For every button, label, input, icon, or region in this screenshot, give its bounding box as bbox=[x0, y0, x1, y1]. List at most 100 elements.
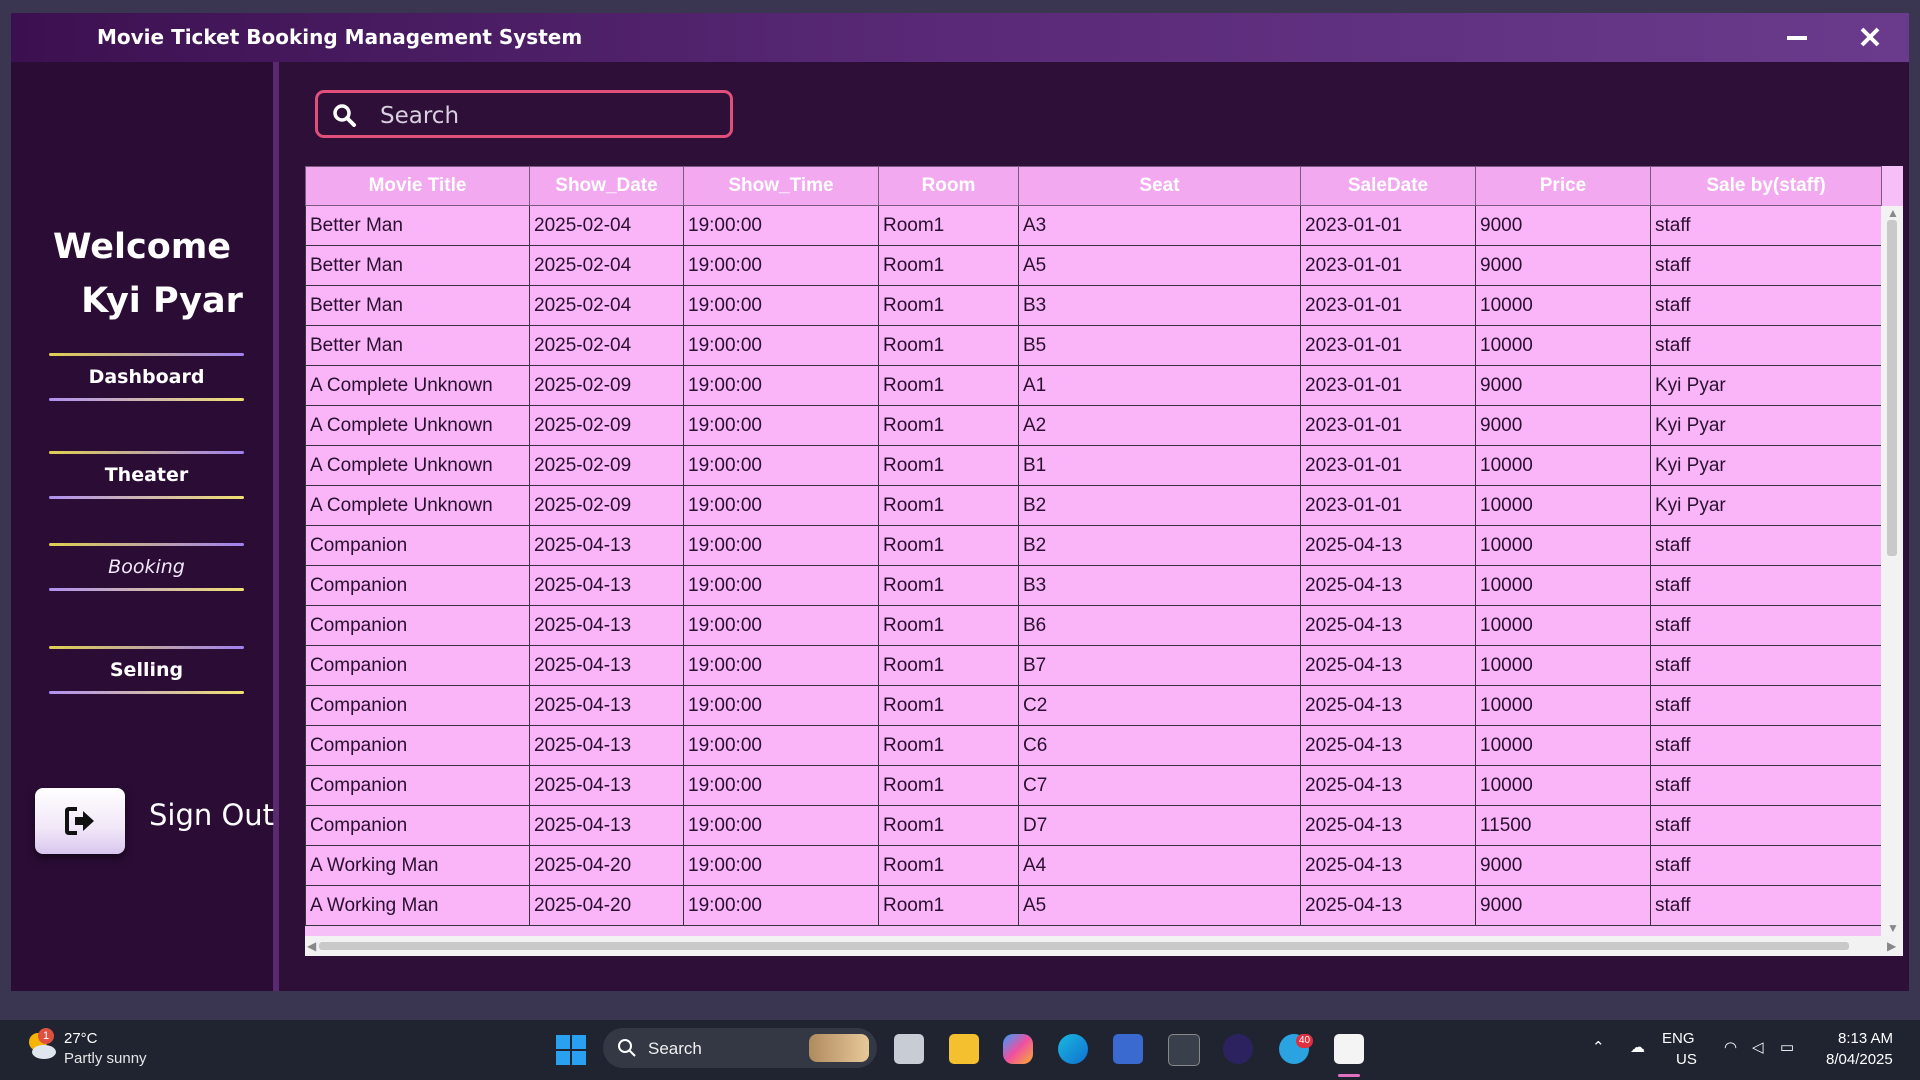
sign-out-label[interactable]: Sign Out bbox=[149, 798, 274, 832]
table-cell[interactable]: 2025-04-13 bbox=[529, 525, 684, 566]
table-cell[interactable]: 2025-04-13 bbox=[1300, 805, 1476, 846]
nav-theater-button[interactable]: Theater bbox=[49, 451, 244, 499]
table-cell[interactable]: staff bbox=[1650, 285, 1882, 326]
column-header[interactable]: Room bbox=[878, 166, 1019, 206]
table-cell[interactable]: 19:00:00 bbox=[683, 525, 879, 566]
table-cell[interactable]: 2025-04-13 bbox=[1300, 725, 1476, 766]
table-cell[interactable]: 9000 bbox=[1475, 405, 1651, 446]
table-cell[interactable]: 19:00:00 bbox=[683, 885, 879, 926]
table-row[interactable]: Companion 2025-04-13 19:00:00 Room1 B6 2025-0… bbox=[305, 605, 1882, 646]
horizontal-scrollbar[interactable]: ◀ ▶ bbox=[305, 936, 1903, 956]
table-row[interactable]: Companion 2025-04-13 19:00:00 Room1 B3 2025-0… bbox=[305, 565, 1882, 606]
table-cell[interactable]: 2025-04-13 bbox=[529, 605, 684, 646]
column-header[interactable]: Show_Date bbox=[529, 166, 684, 206]
taskbar-search[interactable]: Search bbox=[603, 1028, 877, 1068]
table-cell[interactable]: 9000 bbox=[1475, 365, 1651, 406]
table-cell[interactable]: C7 bbox=[1018, 765, 1301, 806]
table-cell[interactable]: Better Man bbox=[305, 205, 530, 246]
weather-desc[interactable]: Partly sunny bbox=[64, 1050, 147, 1067]
table-cell[interactable]: Room1 bbox=[878, 205, 1019, 246]
language-label[interactable]: ENG bbox=[1662, 1030, 1695, 1047]
table-cell[interactable]: staff bbox=[1650, 765, 1882, 806]
table-cell[interactable]: Companion bbox=[305, 605, 530, 646]
table-cell[interactable]: Room1 bbox=[878, 685, 1019, 726]
minimize-button[interactable] bbox=[1774, 19, 1820, 55]
windows-start-icon[interactable] bbox=[556, 1035, 586, 1065]
table-cell[interactable]: 19:00:00 bbox=[683, 725, 879, 766]
table-cell[interactable]: 2025-02-04 bbox=[529, 205, 684, 246]
table-cell[interactable]: 10000 bbox=[1475, 325, 1651, 366]
table-cell[interactable]: 2025-02-04 bbox=[529, 325, 684, 366]
table-cell[interactable]: 10000 bbox=[1475, 605, 1651, 646]
table-cell[interactable]: 2025-04-13 bbox=[529, 565, 684, 606]
table-row[interactable]: Companion 2025-04-13 19:00:00 Room1 C2 2025-0… bbox=[305, 685, 1882, 726]
vertical-scrollbar[interactable]: ▲ ▼ bbox=[1881, 206, 1903, 936]
table-cell[interactable]: 2025-02-09 bbox=[529, 485, 684, 526]
table-cell[interactable]: 2025-04-13 bbox=[529, 765, 684, 806]
table-cell[interactable]: 2025-02-09 bbox=[529, 405, 684, 446]
microsoft-store-icon[interactable] bbox=[1113, 1034, 1143, 1064]
table-cell[interactable]: 2023-01-01 bbox=[1300, 485, 1476, 526]
table-cell[interactable]: Room1 bbox=[878, 765, 1019, 806]
table-cell[interactable]: 2023-01-01 bbox=[1300, 325, 1476, 366]
table-cell[interactable]: A Working Man bbox=[305, 885, 530, 926]
table-cell[interactable]: 10000 bbox=[1475, 445, 1651, 486]
copilot-icon[interactable] bbox=[1003, 1034, 1033, 1064]
column-header[interactable]: Sale by(staff) bbox=[1650, 166, 1882, 206]
nav-selling-button[interactable]: Selling bbox=[49, 646, 244, 694]
table-cell[interactable]: 2023-01-01 bbox=[1300, 405, 1476, 446]
table-cell[interactable]: C2 bbox=[1018, 685, 1301, 726]
table-cell[interactable]: staff bbox=[1650, 685, 1882, 726]
table-cell[interactable]: 2023-01-01 bbox=[1300, 205, 1476, 246]
table-cell[interactable]: A Complete Unknown bbox=[305, 445, 530, 486]
table-cell[interactable]: 19:00:00 bbox=[683, 645, 879, 686]
table-row[interactable]: Better Man 2025-02-04 19:00:00 Room1 B5 2023-… bbox=[305, 325, 1882, 366]
table-row[interactable]: Companion 2025-04-13 19:00:00 Room1 B2 2025-0… bbox=[305, 525, 1882, 566]
onedrive-icon[interactable]: ☁ bbox=[1630, 1038, 1645, 1056]
eclipse-icon[interactable] bbox=[1223, 1034, 1253, 1064]
table-cell[interactable]: D7 bbox=[1018, 805, 1301, 846]
table-cell[interactable]: staff bbox=[1650, 245, 1882, 286]
file-explorer-icon[interactable] bbox=[949, 1034, 979, 1064]
close-button[interactable] bbox=[1847, 19, 1893, 55]
table-cell[interactable]: staff bbox=[1650, 645, 1882, 686]
table-cell[interactable]: 2023-01-01 bbox=[1300, 285, 1476, 326]
table-cell[interactable]: Room1 bbox=[878, 245, 1019, 286]
table-cell[interactable]: B2 bbox=[1018, 485, 1301, 526]
table-cell[interactable]: 2025-04-20 bbox=[529, 845, 684, 886]
table-row[interactable]: A Complete Unknown 2025-02-09 19:00:00 Room… bbox=[305, 405, 1882, 446]
table-cell[interactable]: B3 bbox=[1018, 565, 1301, 606]
table-cell[interactable]: 2025-04-13 bbox=[1300, 845, 1476, 886]
table-cell[interactable]: 10000 bbox=[1475, 285, 1651, 326]
table-cell[interactable]: Room1 bbox=[878, 845, 1019, 886]
table-row[interactable]: Better Man 2025-02-04 19:00:00 Room1 A3 2023-… bbox=[305, 205, 1882, 246]
table-cell[interactable]: Room1 bbox=[878, 805, 1019, 846]
table-cell[interactable]: 2023-01-01 bbox=[1300, 365, 1476, 406]
table-cell[interactable]: Kyi Pyar bbox=[1650, 485, 1882, 526]
table-cell[interactable]: 2025-02-04 bbox=[529, 245, 684, 286]
table-cell[interactable]: A5 bbox=[1018, 245, 1301, 286]
table-cell[interactable]: Room1 bbox=[878, 525, 1019, 566]
table-cell[interactable]: 19:00:00 bbox=[683, 565, 879, 606]
table-cell[interactable]: B2 bbox=[1018, 525, 1301, 566]
table-cell[interactable]: 19:00:00 bbox=[683, 365, 879, 406]
table-cell[interactable]: 19:00:00 bbox=[683, 325, 879, 366]
table-cell[interactable]: A1 bbox=[1018, 365, 1301, 406]
table-cell[interactable]: 2025-04-13 bbox=[529, 645, 684, 686]
table-cell[interactable]: Companion bbox=[305, 805, 530, 846]
table-cell[interactable]: 2025-02-04 bbox=[529, 285, 684, 326]
table-cell[interactable]: 19:00:00 bbox=[683, 205, 879, 246]
table-cell[interactable]: staff bbox=[1650, 525, 1882, 566]
table-cell[interactable]: 10000 bbox=[1475, 765, 1651, 806]
task-view-icon[interactable] bbox=[894, 1034, 924, 1064]
table-cell[interactable]: 2025-04-13 bbox=[1300, 605, 1476, 646]
volume-icon[interactable]: ◁ bbox=[1752, 1038, 1764, 1056]
region-label[interactable]: US bbox=[1676, 1051, 1697, 1068]
table-cell[interactable]: Room1 bbox=[878, 885, 1019, 926]
table-cell[interactable]: Room1 bbox=[878, 285, 1019, 326]
table-cell[interactable]: Better Man bbox=[305, 285, 530, 326]
horizontal-scroll-thumb[interactable] bbox=[319, 942, 1849, 950]
column-header[interactable]: Movie Title bbox=[305, 166, 530, 206]
vertical-scroll-thumb[interactable] bbox=[1887, 220, 1897, 556]
table-cell[interactable]: 11500 bbox=[1475, 805, 1651, 846]
